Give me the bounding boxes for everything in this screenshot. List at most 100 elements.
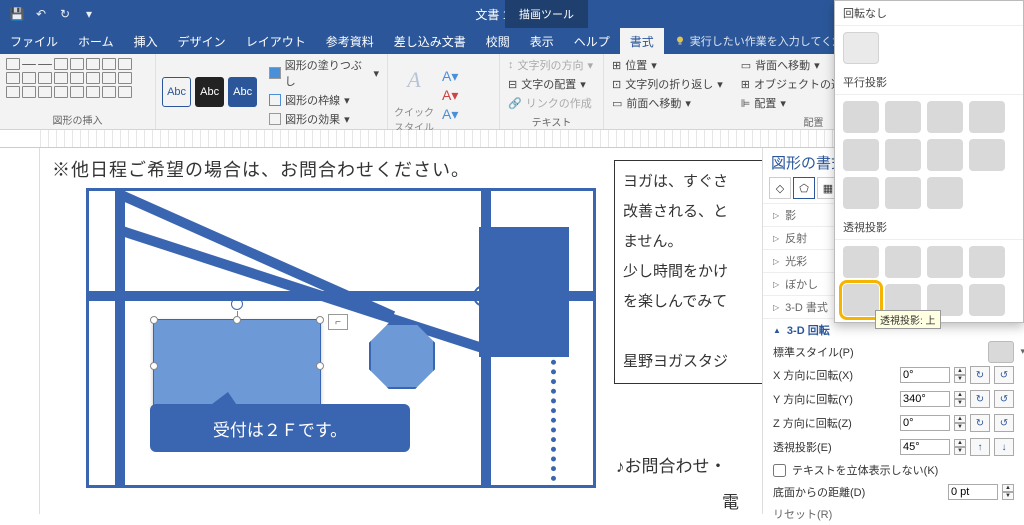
- x-rotation-spinner[interactable]: ▲▼: [954, 367, 966, 383]
- pane-tab-fill-icon[interactable]: ◇: [769, 177, 791, 199]
- perspective-up-icon[interactable]: ↑: [970, 438, 990, 456]
- y-rotate-right-icon[interactable]: ↺: [994, 390, 1014, 408]
- tab-home[interactable]: ホーム: [68, 28, 124, 54]
- distance-spinner[interactable]: ▲▼: [1002, 484, 1014, 500]
- tab-design[interactable]: デザイン: [168, 28, 236, 54]
- x-rotate-right-icon[interactable]: ↺: [994, 366, 1014, 384]
- vertical-ruler[interactable]: [0, 148, 40, 514]
- text-outline-button[interactable]: A▾: [442, 87, 458, 104]
- dd-section-parallel: 平行投影: [835, 70, 1023, 95]
- bring-forward-button[interactable]: ▭ 前面へ移動 ▾: [610, 94, 725, 112]
- contextual-tab-drawing: 描画ツール: [505, 0, 588, 28]
- perspective-input[interactable]: [900, 439, 950, 455]
- preset-perspective-1[interactable]: [843, 246, 879, 278]
- perspective-label: 透視投影(E): [773, 439, 896, 455]
- preset-parallel-4[interactable]: [969, 101, 1005, 133]
- save-icon[interactable]: 💾: [6, 3, 28, 25]
- preset-perspective-3[interactable]: [927, 246, 963, 278]
- z-rotation-spinner[interactable]: ▲▼: [954, 415, 966, 431]
- tab-file[interactable]: ファイル: [0, 28, 68, 54]
- qat-more-icon[interactable]: ▾: [78, 3, 100, 25]
- inquiry-text: ♪お問合わせ・: [616, 452, 727, 477]
- z-rotation-label: Z 方向に回転(Z): [773, 415, 896, 431]
- perspective-down-icon[interactable]: ↓: [994, 438, 1014, 456]
- z-rotation-input[interactable]: [900, 415, 950, 431]
- preset-parallel-7[interactable]: [927, 139, 963, 171]
- undo-icon[interactable]: ↶: [30, 3, 52, 25]
- dd-section-perspective: 透視投影: [835, 215, 1023, 240]
- preset-parallel-8[interactable]: [969, 139, 1005, 171]
- resize-handle[interactable]: [233, 316, 241, 324]
- resize-handle[interactable]: [150, 362, 158, 370]
- preset-parallel-11[interactable]: [927, 177, 963, 209]
- position-button[interactable]: ⊞ 位置 ▾: [610, 56, 725, 74]
- rotation-preset-dropdown: 回転なし 平行投影 透視投影 透視投影: 上: [834, 0, 1024, 323]
- tab-review[interactable]: 校閲: [476, 28, 520, 54]
- lightbulb-icon: [674, 35, 686, 47]
- wrap-text-button[interactable]: ⊡ 文字列の折り返し ▾: [610, 75, 725, 93]
- resize-handle[interactable]: [316, 362, 324, 370]
- preset-parallel-3[interactable]: [927, 101, 963, 133]
- tab-layout[interactable]: レイアウト: [236, 28, 316, 54]
- text-effects-button[interactable]: A▾: [442, 106, 458, 123]
- tab-help[interactable]: ヘルプ: [564, 28, 620, 54]
- align-text-button[interactable]: ⊟ 文字の配置 ▾: [506, 75, 595, 93]
- preset-perspective-2[interactable]: [885, 246, 921, 278]
- y-rotation-label: Y 方向に回転(Y): [773, 391, 896, 407]
- tab-insert[interactable]: 挿入: [124, 28, 168, 54]
- shape-style-3[interactable]: Abc: [228, 77, 257, 107]
- cross-circle-shape[interactable]: ✕: [473, 285, 495, 307]
- preset-parallel-1[interactable]: [843, 101, 879, 133]
- shape-style-2[interactable]: Abc: [195, 77, 224, 107]
- x-rotate-left-icon[interactable]: ↻: [970, 366, 990, 384]
- z-rotate-cw-icon[interactable]: ↻: [970, 414, 990, 432]
- tab-mailings[interactable]: 差し込み文書: [384, 28, 476, 54]
- x-rotation-input[interactable]: [900, 367, 950, 383]
- layout-options-icon[interactable]: ⌐: [328, 314, 348, 330]
- preset-parallel-10[interactable]: [885, 177, 921, 209]
- tab-view[interactable]: 表示: [520, 28, 564, 54]
- reset-label[interactable]: リセット(R): [773, 506, 1014, 522]
- preset-perspective-4[interactable]: [969, 246, 1005, 278]
- perspective-spinner[interactable]: ▲▼: [954, 439, 966, 455]
- preset-none[interactable]: [843, 32, 879, 64]
- preset-dropdown-button[interactable]: [988, 341, 1014, 363]
- preset-parallel-2[interactable]: [885, 101, 921, 133]
- y-rotation-input[interactable]: [900, 391, 950, 407]
- distance-input[interactable]: [948, 484, 998, 500]
- y-rotate-left-icon[interactable]: ↻: [970, 390, 990, 408]
- wordart-quick-styles[interactable]: A クイック スタイル: [394, 56, 434, 134]
- resize-handle[interactable]: [316, 316, 324, 324]
- distance-label: 底面からの距離(D): [773, 484, 944, 500]
- shape-style-1[interactable]: Abc: [162, 77, 191, 107]
- z-rotate-ccw-icon[interactable]: ↺: [994, 414, 1014, 432]
- tab-references[interactable]: 参考資料: [316, 28, 384, 54]
- shape-fill-button[interactable]: 図形の塗りつぶし ▾: [267, 56, 381, 90]
- text-fill-button[interactable]: A▾: [442, 68, 458, 85]
- preset-perspective-8[interactable]: [969, 284, 1005, 316]
- group-insert-shapes-label: 図形の挿入: [6, 110, 149, 129]
- shapes-gallery[interactable]: [6, 56, 144, 98]
- preset-perspective-above[interactable]: [843, 284, 879, 316]
- tab-format[interactable]: 書式: [620, 28, 664, 54]
- tel-text: 電: [722, 488, 739, 513]
- resize-handle[interactable]: [150, 316, 158, 324]
- pane-tab-effects-icon[interactable]: ⬠: [793, 177, 815, 199]
- preset-parallel-5[interactable]: [843, 139, 879, 171]
- y-rotation-spinner[interactable]: ▲▼: [954, 391, 966, 407]
- preset-parallel-9[interactable]: [843, 177, 879, 209]
- shape-outline-button[interactable]: 図形の枠線 ▾: [267, 91, 381, 109]
- shape-effects-button[interactable]: 図形の効果 ▾: [267, 110, 381, 128]
- preset-parallel-6[interactable]: [885, 139, 921, 171]
- preset-label: 標準スタイル(P): [773, 344, 1014, 360]
- keep-text-flat-label: テキストを立体表示しない(K): [792, 462, 938, 478]
- create-link-button: 🔗 リンクの作成: [506, 94, 595, 112]
- text-direction-button: ↕ 文字列の方向 ▾: [506, 56, 595, 74]
- preset-tooltip: 透視投影: 上: [875, 310, 941, 329]
- redo-icon[interactable]: ↻: [54, 3, 76, 25]
- rotation-handle[interactable]: [231, 298, 243, 310]
- dashed-line-shape[interactable]: [551, 321, 556, 481]
- keep-text-flat-checkbox[interactable]: [773, 464, 786, 477]
- callout-shape[interactable]: 受付は２Ｆです。: [150, 404, 410, 452]
- x-rotation-label: X 方向に回転(X): [773, 367, 896, 383]
